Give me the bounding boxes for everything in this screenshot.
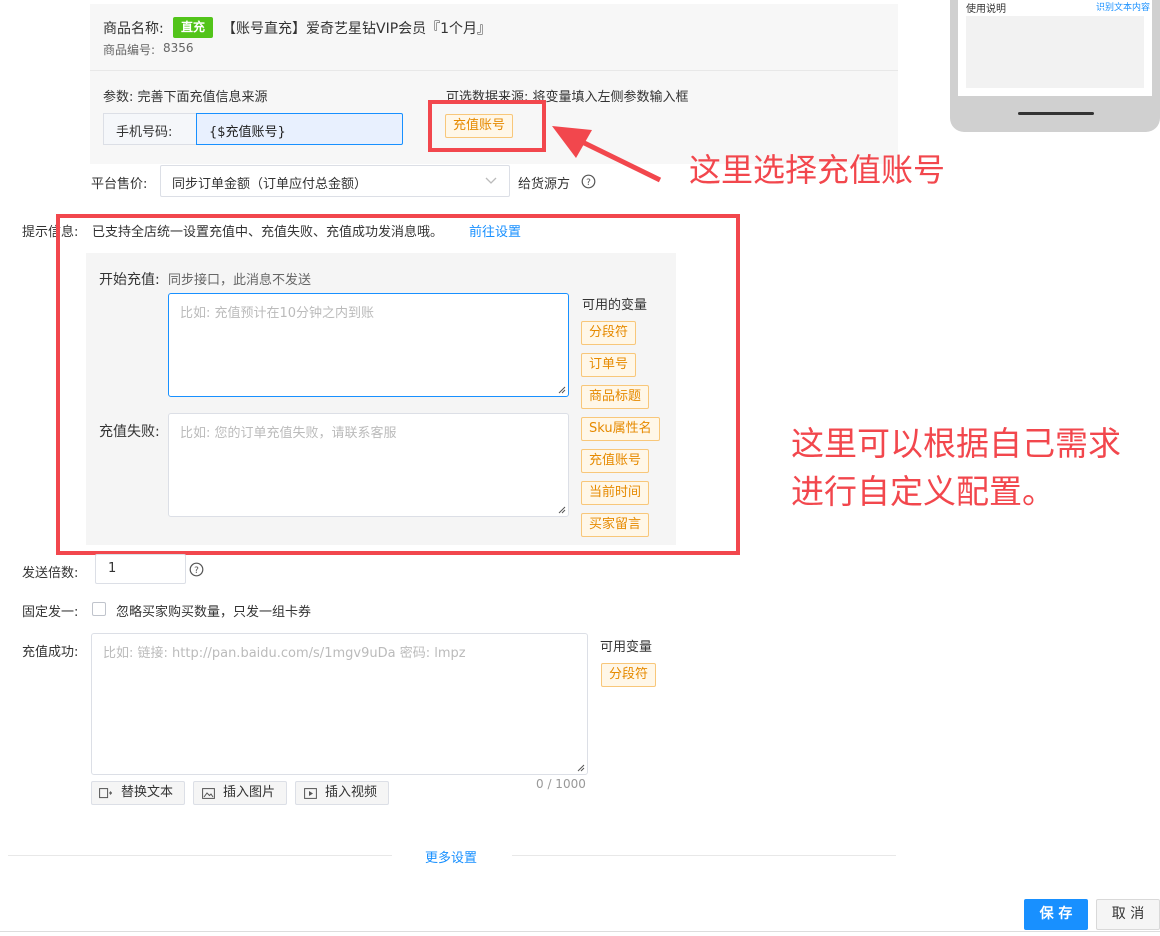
more-divider-right xyxy=(512,855,896,856)
product-info-divider xyxy=(90,70,898,71)
platform-price-select-value: 同步订单金额（订单应付总金额） xyxy=(172,177,368,192)
annotation-custom-line2: 进行自定义配置。 xyxy=(791,472,1055,511)
product-name-value: 【账号直充】爱奇艺星钻VIP会员『1个月』 xyxy=(222,21,492,37)
success-label: 充值成功: xyxy=(22,645,79,660)
direct-charge-badge: 直充 xyxy=(173,17,213,38)
more-settings-link[interactable]: 更多设置 xyxy=(425,847,477,866)
platform-price-label: 平台售价: xyxy=(91,177,148,192)
insert-image-label: 插入图片 xyxy=(223,785,276,800)
phone-home-indicator xyxy=(1018,112,1094,115)
phone-preview-title: 使用说明 xyxy=(966,4,1006,15)
fixed-send-text: 忽略买家购买数量，只发一组卡券 xyxy=(116,605,312,620)
send-multiple-value: 1 xyxy=(108,561,117,576)
fixed-send-checkbox[interactable] xyxy=(92,602,106,616)
phone-number-value: {$充值账号} xyxy=(209,125,286,140)
svg-text:?: ? xyxy=(194,566,199,576)
replace-text-label: 替换文本 xyxy=(121,785,174,800)
success-var-tag-separator[interactable]: 分段符 xyxy=(601,663,657,687)
product-code-value: 8356 xyxy=(163,41,194,55)
platform-price-select[interactable]: 同步订单金额（订单应付总金额） xyxy=(160,165,510,197)
insert-image-button[interactable]: 插入图片 xyxy=(193,781,287,805)
replace-text-button[interactable]: 替换文本 xyxy=(91,781,185,805)
highlight-box-source xyxy=(428,100,546,152)
more-divider-left xyxy=(8,855,392,856)
footer-divider xyxy=(0,931,1160,932)
phone-preview-screen: 使用说明 识别文本内容 xyxy=(958,0,1152,96)
success-vars-title: 可用变量 xyxy=(600,640,653,655)
help-icon[interactable]: ? xyxy=(581,174,596,189)
cancel-button-label: 取 消 xyxy=(1111,906,1145,922)
annotation-select-account: 这里选择充值账号 xyxy=(689,151,946,189)
annotation-custom-line1: 这里可以根据自己需求 xyxy=(791,424,1121,463)
chevron-down-icon xyxy=(485,177,497,184)
replace-text-icon xyxy=(99,788,112,799)
send-multiple-input[interactable]: 1 xyxy=(95,554,186,584)
success-placeholder: 比如: 链接: http://pan.baidu.com/s/1mgv9uDa … xyxy=(103,646,466,661)
supply-label: 给货源方 xyxy=(518,177,571,192)
insert-video-button[interactable]: 插入视频 xyxy=(295,781,389,805)
phone-number-input[interactable]: {$充值账号} xyxy=(196,113,403,145)
video-icon xyxy=(304,788,317,799)
phone-preview: 使用说明 识别文本内容 xyxy=(950,0,1160,132)
cancel-button[interactable]: 取 消 xyxy=(1096,899,1160,930)
insert-video-label: 插入视频 xyxy=(325,785,378,800)
product-name-label: 商品名称: xyxy=(103,21,164,37)
resize-grip-icon[interactable] xyxy=(575,762,585,772)
svg-text:?: ? xyxy=(586,178,591,188)
phone-number-label: 手机号码: xyxy=(116,125,173,140)
phone-preview-content xyxy=(966,16,1144,88)
send-multiple-label: 发送倍数: xyxy=(22,566,79,581)
highlight-box-messages xyxy=(56,214,740,555)
save-button-label: 保 存 xyxy=(1039,906,1073,922)
params-label: 参数: 完善下面充值信息来源 xyxy=(103,90,268,105)
phone-number-label-box: 手机号码: xyxy=(103,113,196,145)
success-char-counter: 0 / 1000 xyxy=(536,777,586,791)
phone-preview-link[interactable]: 识别文本内容 xyxy=(1096,0,1150,13)
image-icon xyxy=(202,788,215,799)
fixed-send-label: 固定发一: xyxy=(22,605,79,620)
success-textarea[interactable]: 比如: 链接: http://pan.baidu.com/s/1mgv9uDa … xyxy=(91,633,588,775)
save-button[interactable]: 保 存 xyxy=(1024,899,1088,930)
help-icon[interactable]: ? xyxy=(189,562,204,577)
phone-number-field: 手机号码: {$充值账号} xyxy=(103,113,403,145)
product-code-label: 商品编号: xyxy=(103,43,156,57)
